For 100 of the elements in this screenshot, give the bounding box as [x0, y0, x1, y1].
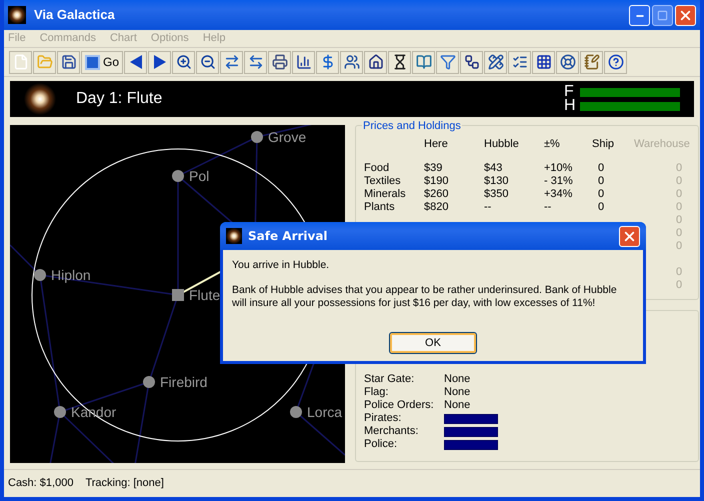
toolbar-button[interactable]	[172, 50, 196, 74]
wheel-icon	[560, 54, 576, 70]
status-value: None	[444, 387, 470, 398]
ok-button[interactable]: OK	[389, 332, 477, 354]
table-cell-text: --	[484, 202, 492, 213]
menu-item[interactable]: Options	[150, 30, 189, 47]
go-button[interactable]: Go	[81, 50, 124, 74]
open-folder-icon	[36, 54, 52, 70]
network-icon	[464, 54, 480, 70]
commodity-name: Textiles	[364, 176, 402, 187]
toolbar-button[interactable]	[340, 50, 364, 74]
star-name: Grove	[268, 129, 306, 145]
table-cell-text: 0	[597, 202, 606, 213]
hourglass-icon	[392, 54, 408, 70]
table-cell-text: 0	[597, 163, 606, 174]
close-button[interactable]	[619, 226, 640, 246]
checklist-icon	[512, 54, 528, 70]
status-value: None	[444, 400, 470, 411]
status-label: Flag:	[364, 387, 390, 398]
meter-label: F	[564, 84, 574, 100]
warehouse-cell: 0	[676, 189, 682, 200]
toolbar-button[interactable]	[196, 50, 220, 74]
back-button[interactable]	[124, 50, 148, 74]
warehouse-cell: 0	[676, 280, 682, 291]
table-cell-text: --	[544, 202, 552, 213]
dialog-message: Bank of Hubble advises that you appear to be rather underinsured. Bank of Hubble will insure all your possessions for just $16 per day, with low excesses of 11%!	[232, 284, 618, 310]
column-header: Here	[424, 136, 449, 152]
table-cell-text: $130	[484, 176, 510, 187]
save-icon	[60, 54, 76, 70]
star-name: Flute	[189, 287, 220, 303]
toolbar-button[interactable]	[460, 50, 484, 74]
table-cell-text: $39	[424, 163, 444, 174]
table-cell-text: +10%	[544, 163, 574, 174]
forward-button[interactable]	[148, 50, 172, 74]
toolbar-button[interactable]	[556, 50, 580, 74]
zoom-in-icon	[176, 54, 192, 70]
toolbar-button[interactable]	[364, 50, 388, 74]
toolbar-button[interactable]	[604, 50, 628, 74]
book-icon	[416, 54, 432, 70]
ruler-pencil-icon	[488, 54, 504, 70]
toolbar-button[interactable]	[532, 50, 556, 74]
warehouse-cell: 0	[676, 215, 682, 226]
cash-status: Cash: $1,000	[8, 476, 74, 492]
window-title: Via Galactica	[34, 6, 115, 24]
star-name: Pol	[189, 168, 210, 184]
commodity-name: Minerals	[364, 189, 407, 200]
column-header: Warehouse	[634, 136, 690, 152]
dialog-message: You arrive in Hubble.	[232, 259, 330, 272]
column-header: ±%	[544, 136, 561, 152]
status-label: Police:	[364, 439, 398, 450]
warehouse-cell: 0	[676, 163, 682, 174]
tracking-status: Tracking: [none]	[85, 476, 164, 492]
menu-item[interactable]: Commands	[40, 30, 96, 47]
table-cell-text: $260	[424, 189, 450, 200]
star-name: Hiplon	[51, 267, 91, 283]
toolbar-button[interactable]	[484, 50, 508, 74]
chart-icon	[296, 54, 312, 70]
minimize-button[interactable]	[629, 4, 650, 26]
exchange-icon	[248, 54, 264, 70]
warehouse-cell: 0	[676, 241, 682, 252]
status-value: None	[444, 374, 470, 385]
exchange-icon	[224, 54, 240, 70]
table-cell-text: 0	[597, 176, 606, 187]
zoom-out-icon	[200, 54, 216, 70]
grid-icon	[536, 54, 552, 70]
table-cell-text: $350	[484, 189, 510, 200]
star-glow-icon	[24, 83, 56, 115]
people-icon	[344, 54, 360, 70]
status-label: Merchants:	[364, 426, 420, 437]
menu-item[interactable]: File	[8, 30, 26, 47]
help-icon	[608, 54, 624, 70]
close-button[interactable]	[675, 4, 696, 26]
warehouse-cell: 0	[676, 176, 682, 187]
menu-item[interactable]: Help	[202, 30, 226, 47]
table-cell-text: $43	[484, 163, 504, 174]
table-cell-text: - 31%	[544, 176, 574, 187]
toolbar-button[interactable]	[292, 50, 316, 74]
day-title: Day 1: Flute	[76, 89, 162, 109]
dialog-title: Safe Arrival	[248, 228, 328, 245]
status-label: Star Gate:	[364, 374, 416, 385]
star-name: Lorca	[307, 404, 342, 420]
warehouse-cell: 0	[676, 228, 682, 239]
printer-icon	[272, 54, 288, 70]
table-cell-text: 0	[597, 189, 606, 200]
toolbar-button[interactable]	[388, 50, 412, 74]
star-glow-icon	[8, 6, 26, 24]
menu-item[interactable]: Chart	[110, 30, 137, 47]
toolbar-button[interactable]	[268, 50, 292, 74]
left-triangle-icon	[130, 55, 142, 69]
status-label: Police Orders:	[364, 400, 435, 411]
commodity-name: Food	[364, 163, 390, 174]
toolbar-button[interactable]	[508, 50, 532, 74]
group-title: Prices and Holdings	[362, 118, 462, 134]
commodity-name: Plants	[364, 202, 396, 213]
toolbar-button[interactable]	[57, 50, 80, 74]
notepad-icon	[584, 54, 600, 70]
maximize-icon	[657, 10, 668, 20]
maximize-button[interactable]	[652, 4, 673, 26]
warehouse-cell: 0	[676, 202, 682, 213]
table-cell-text: +34%	[544, 189, 574, 200]
